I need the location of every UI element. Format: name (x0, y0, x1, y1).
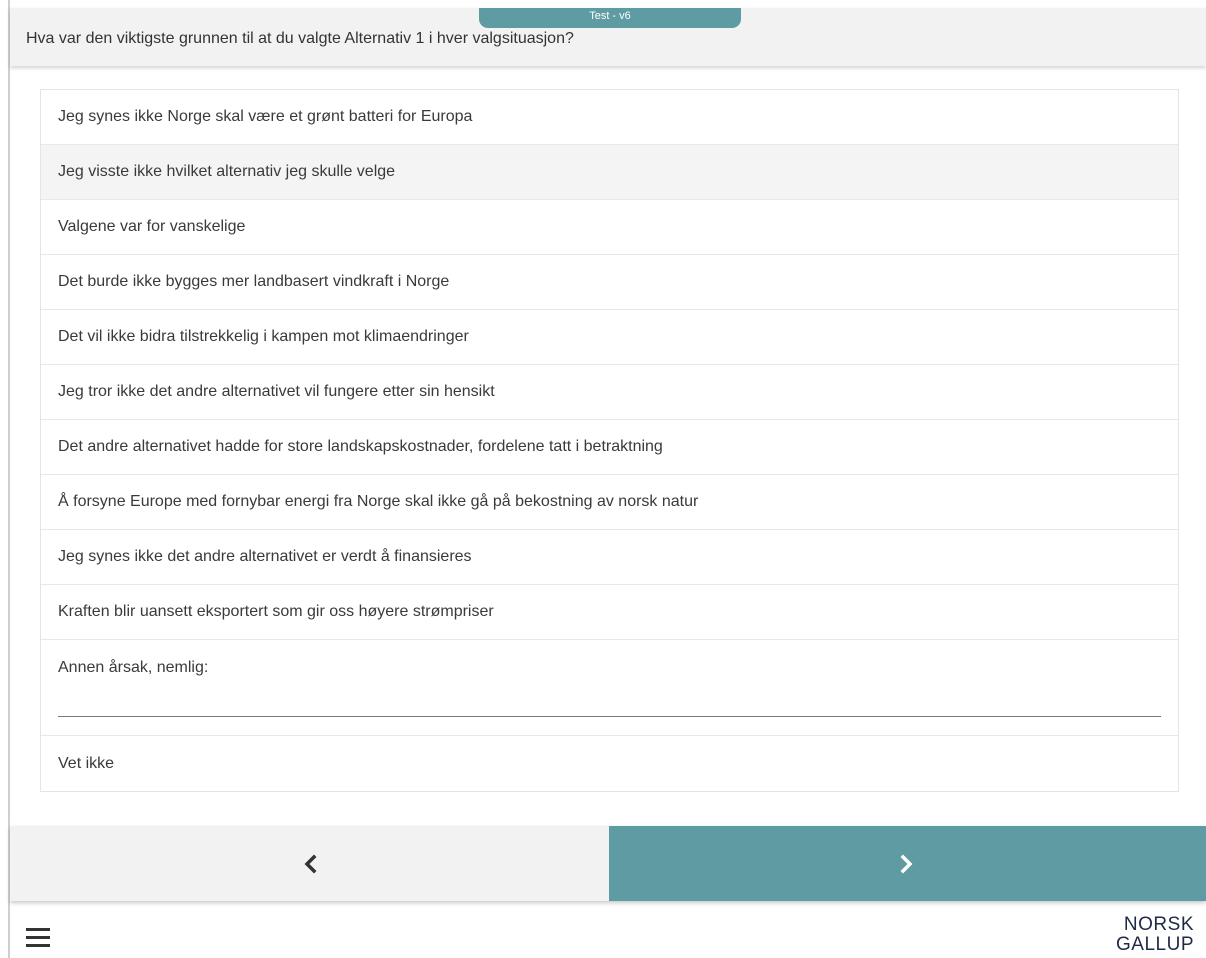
answer-option-dont-know[interactable]: Vet ikke (41, 736, 1178, 791)
answer-option[interactable]: Å forsyne Europe med fornybar energi fra… (41, 475, 1178, 530)
answer-option[interactable]: Det vil ikke bidra tilstrekkelig i kampe… (41, 310, 1178, 365)
other-option-label: Annen årsak, nemlig: (58, 659, 209, 676)
question-header: Test - v6 Hva var den viktigste grunnen … (10, 8, 1206, 66)
answer-option[interactable]: Jeg synes ikke det andre alternativet er… (41, 530, 1178, 585)
survey-page: Test - v6 Hva var den viktigste grunnen … (0, 0, 1206, 958)
left-border (8, 0, 10, 958)
hamburger-menu-icon[interactable] (26, 926, 50, 948)
answer-option-other[interactable]: Annen årsak, nemlig: (41, 640, 1178, 736)
answer-list: Jeg synes ikke Norge skal være et grønt … (40, 89, 1179, 792)
logo-line-1: NORSK (1123, 914, 1194, 935)
next-button[interactable] (609, 826, 1206, 901)
version-tab: Test - v6 (479, 8, 741, 28)
answer-option[interactable]: Jeg synes ikke Norge skal være et grønt … (41, 90, 1178, 145)
navigation-bar (10, 826, 1206, 901)
other-reason-input[interactable] (58, 692, 1161, 717)
chevron-left-icon (304, 854, 317, 874)
answer-option[interactable]: Kraften blir uansett eksportert som gir … (41, 585, 1178, 640)
answer-option[interactable]: Jeg tror ikke det andre alternativet vil… (41, 365, 1178, 420)
answer-option[interactable]: Jeg visste ikke hvilket alternativ jeg s… (41, 145, 1178, 200)
chevron-right-icon (900, 854, 913, 874)
back-button[interactable] (10, 826, 609, 901)
norsk-gallup-logo: NORSK GALLUP (1116, 915, 1194, 955)
answer-option[interactable]: Valgene var for vanskelige (41, 200, 1178, 255)
answer-option[interactable]: Det burde ikke bygges mer landbasert vin… (41, 255, 1178, 310)
answer-option[interactable]: Det andre alternativet hadde for store l… (41, 420, 1178, 475)
logo-line-2: GALLUP (1116, 934, 1194, 955)
question-text: Hva var den viktigste grunnen til at du … (26, 30, 574, 47)
